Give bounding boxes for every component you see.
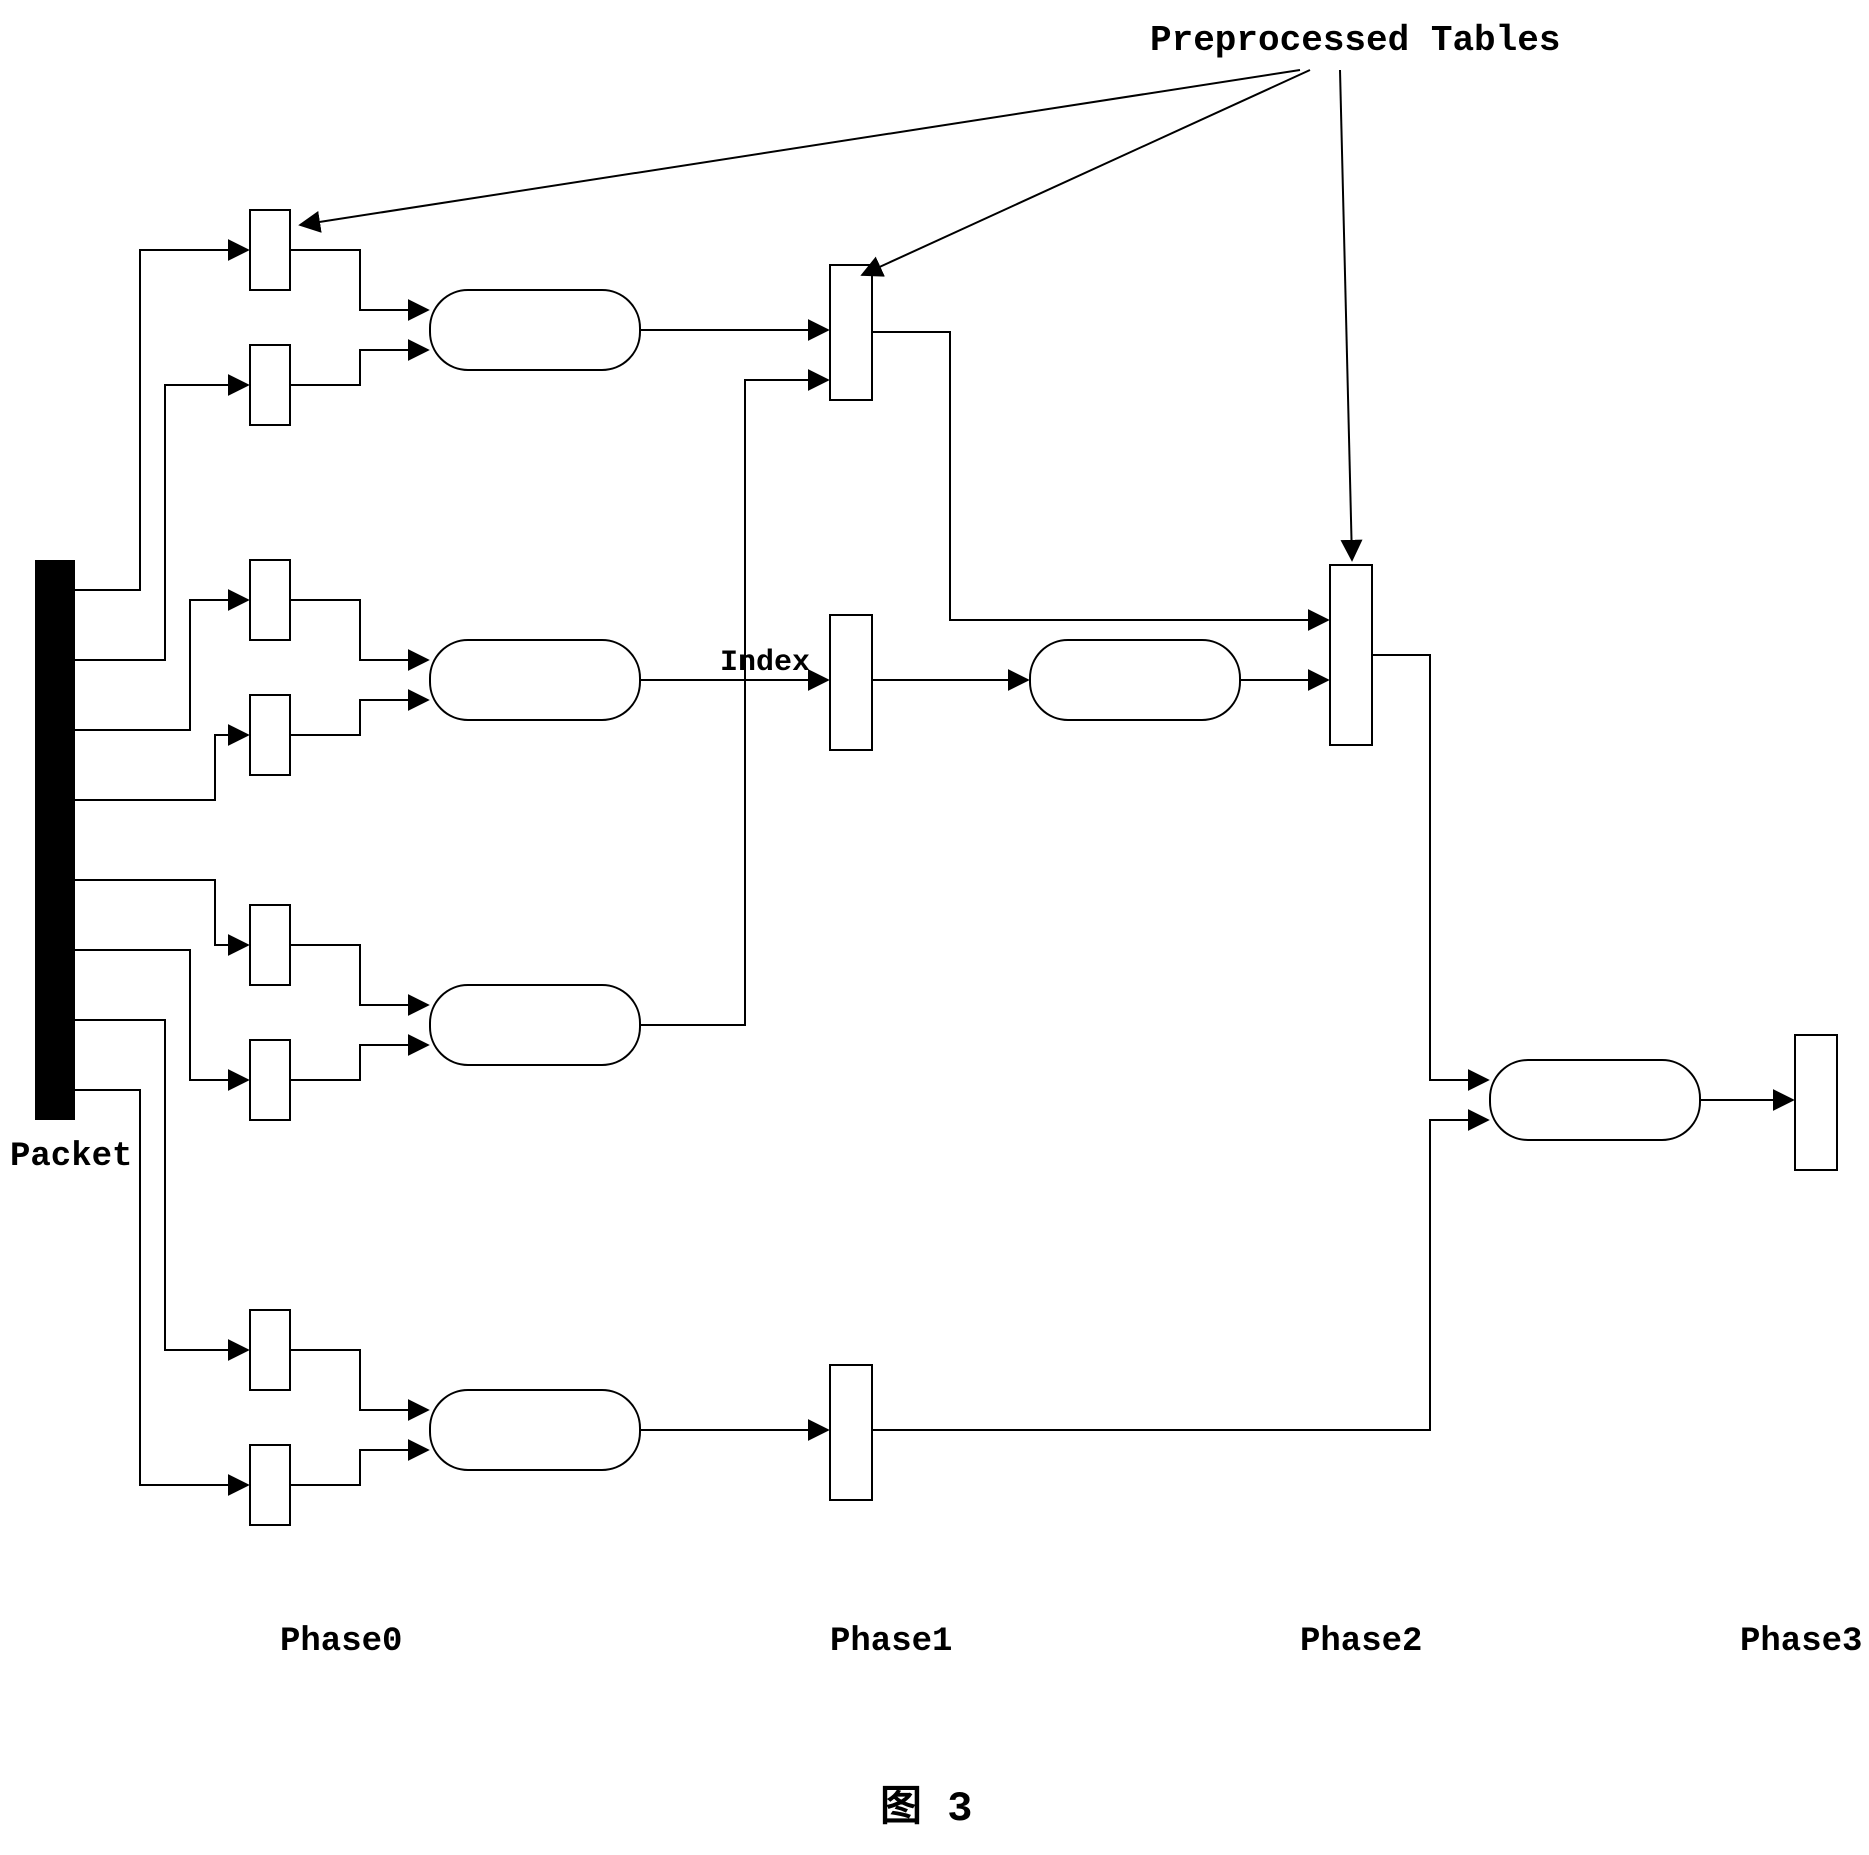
index-label: Index xyxy=(720,646,810,680)
phase1-tables xyxy=(830,265,872,1500)
phase2-processor xyxy=(1490,1060,1700,1140)
phase3-label: Phase3 xyxy=(1740,1623,1862,1661)
phase3-table xyxy=(1795,1035,1837,1170)
preprocessed-tables-label: Preprocessed Tables xyxy=(1150,20,1560,61)
phase0-to-phase1 xyxy=(640,330,828,1430)
packet-label: Packet xyxy=(10,1138,132,1176)
phase0-processors xyxy=(430,290,640,1470)
phase0-label: Phase0 xyxy=(280,1623,402,1661)
phase1-label: Phase1 xyxy=(830,1623,952,1661)
phase0-table-to-proc xyxy=(290,250,428,1485)
phase2-connections xyxy=(872,655,1793,1430)
packet-block xyxy=(35,560,75,1120)
phase1-processor xyxy=(1030,640,1240,720)
phase2-label: Phase2 xyxy=(1300,1623,1422,1661)
packet-to-phase0-arrows xyxy=(75,250,248,1485)
phase0-tables xyxy=(250,210,290,1525)
figure-caption: 图 3 xyxy=(880,1785,972,1833)
phase1-to-phase2 xyxy=(872,332,1328,680)
phase2-table xyxy=(1330,565,1372,745)
